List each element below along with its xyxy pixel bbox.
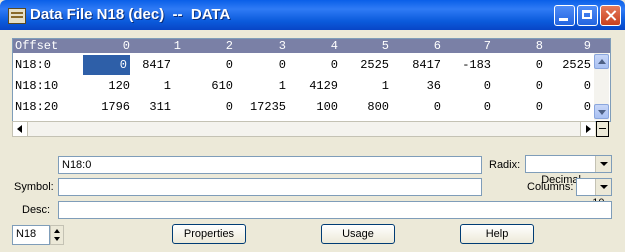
data-file-icon bbox=[8, 8, 26, 24]
scroll-up-button[interactable] bbox=[594, 54, 609, 69]
table-cell[interactable]: 8417 bbox=[393, 55, 441, 75]
column-header-5[interactable]: 5 bbox=[343, 39, 389, 53]
table-cell[interactable]: 8417 bbox=[133, 55, 171, 75]
columns-select[interactable]: 10 bbox=[576, 178, 612, 209]
table-cell[interactable]: 0 bbox=[443, 76, 491, 96]
table-cell[interactable]: 4129 bbox=[293, 76, 338, 96]
column-header-3[interactable]: 3 bbox=[238, 39, 286, 53]
table-cell[interactable]: 0 bbox=[493, 55, 543, 75]
table-cell[interactable]: 0 bbox=[493, 97, 543, 117]
column-header-6[interactable]: 6 bbox=[393, 39, 441, 53]
data-table[interactable]: Offset 0 1 2 3 4 5 6 7 8 9 N18:0 0 8417 … bbox=[12, 38, 611, 122]
address-field[interactable]: N18:0 bbox=[58, 156, 482, 174]
minimize-button[interactable] bbox=[554, 5, 575, 26]
title-bar[interactable]: Data File N18 (dec) -- DATA bbox=[0, 0, 625, 30]
usage-button[interactable]: Usage bbox=[321, 224, 395, 244]
table-cell[interactable]: 1 bbox=[238, 76, 286, 96]
scroll-left-button[interactable] bbox=[13, 122, 28, 136]
table-cell[interactable]: 0 bbox=[443, 97, 491, 117]
symbol-field[interactable] bbox=[58, 178, 482, 196]
chevron-down-icon[interactable] bbox=[595, 156, 611, 172]
maximize-button[interactable] bbox=[577, 5, 598, 26]
split-button[interactable] bbox=[596, 121, 609, 137]
table-cell[interactable]: 1 bbox=[343, 76, 389, 96]
column-header-8[interactable]: 8 bbox=[493, 39, 543, 53]
table-cell[interactable]: 2525 bbox=[343, 55, 389, 75]
column-header-2[interactable]: 2 bbox=[193, 39, 233, 53]
table-cell[interactable]: 1796 bbox=[95, 97, 130, 117]
table-cell-selected[interactable]: 0 bbox=[83, 55, 130, 75]
table-cell[interactable]: 800 bbox=[343, 97, 389, 117]
table-cell[interactable]: 100 bbox=[293, 97, 338, 117]
properties-button[interactable]: Properties bbox=[172, 224, 246, 244]
table-cell[interactable]: 17235 bbox=[238, 97, 286, 117]
radix-select[interactable]: Decimal bbox=[525, 155, 612, 186]
chevron-left-icon bbox=[17, 125, 22, 133]
chevron-right-icon bbox=[586, 125, 591, 133]
row-offset: N18:0 bbox=[15, 58, 52, 72]
window-title: Data File N18 (dec) -- DATA bbox=[30, 6, 231, 23]
table-cell[interactable]: 0 bbox=[543, 97, 591, 117]
table-row: N18:10 120 1 610 1 4129 1 36 0 0 0 bbox=[13, 76, 593, 96]
chevron-down-icon[interactable] bbox=[595, 179, 611, 195]
row-offset: N18:10 bbox=[15, 79, 59, 93]
close-button[interactable] bbox=[600, 5, 621, 26]
table-cell[interactable]: 311 bbox=[133, 97, 171, 117]
file-selector-spinner[interactable] bbox=[50, 225, 64, 245]
radix-label: Radix: bbox=[489, 159, 521, 171]
data-file-window: Data File N18 (dec) -- DATA Offset 0 1 2… bbox=[0, 0, 625, 252]
table-cell[interactable]: 120 bbox=[95, 76, 130, 96]
table-cell[interactable]: 1 bbox=[133, 76, 171, 96]
table-cell[interactable]: 0 bbox=[393, 97, 441, 117]
column-header-4[interactable]: 4 bbox=[293, 39, 338, 53]
table-cell[interactable]: 0 bbox=[543, 76, 591, 96]
table-row: N18:20 1796 311 0 17235 100 800 0 0 0 0 bbox=[13, 97, 593, 117]
description-field[interactable] bbox=[58, 201, 612, 219]
horizontal-scrollbar[interactable] bbox=[12, 121, 595, 137]
spin-up-icon[interactable] bbox=[54, 229, 60, 233]
column-header-1[interactable]: 1 bbox=[143, 39, 181, 53]
scroll-down-button[interactable] bbox=[594, 104, 609, 119]
table-cell[interactable]: 0 bbox=[493, 76, 543, 96]
table-cell[interactable]: 610 bbox=[193, 76, 233, 96]
table-cell[interactable]: 0 bbox=[238, 55, 286, 75]
table-cell[interactable]: 0 bbox=[293, 55, 338, 75]
desc-label: Desc: bbox=[22, 204, 51, 216]
columns-label: Columns: bbox=[527, 181, 574, 193]
file-selector-field[interactable]: N18 bbox=[12, 225, 50, 245]
chevron-up-icon bbox=[598, 59, 606, 64]
symbol-label: Symbol: bbox=[14, 181, 54, 193]
table-cell[interactable]: 0 bbox=[193, 55, 233, 75]
column-header-9[interactable]: 9 bbox=[543, 39, 591, 53]
table-row: N18:0 0 8417 0 0 0 2525 8417 -183 0 2525 bbox=[13, 55, 593, 75]
row-offset: N18:20 bbox=[15, 100, 59, 114]
help-button[interactable]: Help bbox=[460, 224, 534, 244]
offset-header: Offset bbox=[15, 39, 59, 53]
scroll-right-button[interactable] bbox=[580, 122, 595, 136]
table-header: Offset 0 1 2 3 4 5 6 7 8 9 bbox=[13, 39, 610, 53]
table-cell[interactable]: 36 bbox=[393, 76, 441, 96]
vertical-scrollbar[interactable] bbox=[594, 53, 609, 120]
table-cell[interactable]: 2525 bbox=[543, 55, 591, 75]
chevron-down-icon bbox=[598, 110, 606, 115]
table-cell[interactable]: -183 bbox=[443, 55, 491, 75]
column-header-0[interactable]: 0 bbox=[95, 39, 130, 53]
spin-down-icon[interactable] bbox=[54, 237, 60, 241]
table-cell[interactable]: 0 bbox=[193, 97, 233, 117]
column-header-7[interactable]: 7 bbox=[443, 39, 491, 53]
